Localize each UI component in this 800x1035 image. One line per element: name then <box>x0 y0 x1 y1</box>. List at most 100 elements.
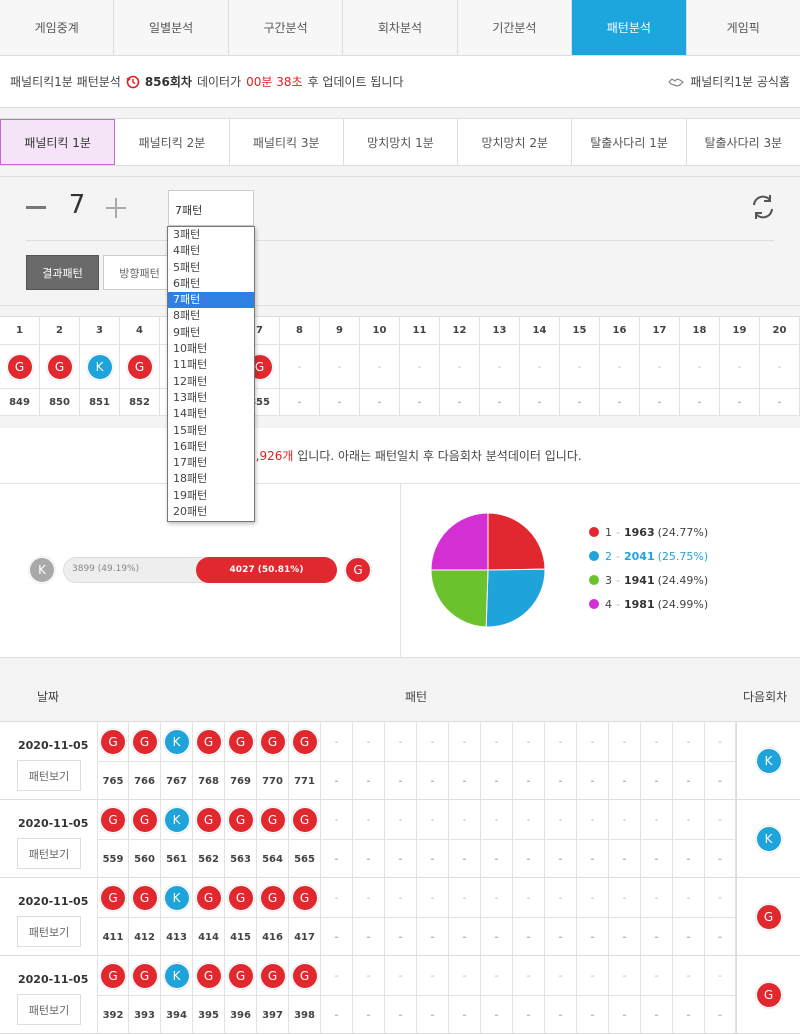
increase-button[interactable] <box>106 198 126 218</box>
result-ball: G <box>291 806 318 833</box>
empty-mark: - <box>366 1009 371 1021</box>
nav-tab[interactable]: 게임픽 <box>687 0 800 55</box>
empty-mark: - <box>430 813 435 826</box>
dropdown-option[interactable]: 16패턴 <box>168 439 254 455</box>
pie-legend-item: 4-1981 (24.99%) <box>589 596 779 612</box>
refresh-icon[interactable] <box>748 192 778 222</box>
nav-tab[interactable]: 기간분석 <box>458 0 573 55</box>
direction-pattern-button[interactable]: 방향패턴 <box>103 255 176 290</box>
g-ball-label: G <box>345 557 371 583</box>
legend-dash: - <box>616 525 620 539</box>
round-number: 393 <box>134 1009 155 1021</box>
round-number: 397 <box>262 1009 283 1021</box>
dropdown-option[interactable]: 13패턴 <box>168 390 254 406</box>
history-round-cell: 413 <box>161 918 193 956</box>
dropdown-option[interactable]: 11패턴 <box>168 357 254 373</box>
empty-mark: - <box>430 931 435 943</box>
view-pattern-button[interactable]: 패턴보기 <box>17 760 81 791</box>
pattern-count: 7 <box>68 190 86 220</box>
empty-mark: - <box>494 1009 499 1021</box>
history-ball-cell: - <box>545 800 577 840</box>
grid-ball-cell: G <box>120 345 160 389</box>
dropdown-option[interactable]: 17패턴 <box>168 455 254 471</box>
empty-mark: - <box>717 1009 723 1021</box>
dropdown-option[interactable]: 6패턴 <box>168 276 254 292</box>
decrease-button[interactable] <box>26 206 46 209</box>
empty-mark: - <box>590 775 595 787</box>
empty-mark: - <box>494 969 499 982</box>
empty-mark: - <box>417 396 422 408</box>
grid-ball-cell: - <box>600 345 640 389</box>
empty-mark: - <box>717 931 723 943</box>
sub-tab[interactable]: 탈출사다리 3분 <box>687 119 800 165</box>
view-pattern-button[interactable]: 패턴보기 <box>17 916 81 947</box>
dropdown-option[interactable]: 5패턴 <box>168 260 254 276</box>
empty-mark: - <box>366 969 371 982</box>
dropdown-option[interactable]: 15패턴 <box>168 423 254 439</box>
history-round-cell: - <box>321 840 353 878</box>
sub-tab[interactable]: 패널티킥 3분 <box>230 119 344 165</box>
dropdown-option[interactable]: 20패턴 <box>168 504 254 520</box>
legend-dot <box>589 527 599 537</box>
dropdown-option[interactable]: 8패턴 <box>168 308 254 324</box>
empty-mark: - <box>654 813 659 826</box>
nav-tab[interactable]: 일별분석 <box>114 0 229 55</box>
pie-legend-item: 1-1963 (24.77%) <box>589 524 779 540</box>
round-number: 417 <box>294 931 315 943</box>
sub-tab[interactable]: 패널티킥 1분 <box>0 119 116 165</box>
history-ball-cell: - <box>449 878 481 918</box>
sub-tab[interactable]: 망치망치 2분 <box>458 119 573 165</box>
nav-tab[interactable]: 회차분석 <box>343 0 458 55</box>
grid-header-cell: 1 <box>0 317 40 345</box>
official-home-label: 패널티킥1분 공식홈 <box>690 75 790 89</box>
result-ball: G <box>195 728 222 755</box>
history-ball-cell: - <box>705 800 736 840</box>
round-number: 765 <box>102 775 124 787</box>
history-round-cell: - <box>449 762 481 800</box>
update-timer: 00분 38초 <box>246 75 303 89</box>
history-ball-cell: - <box>353 878 385 918</box>
dropdown-option[interactable]: 3패턴 <box>168 227 254 243</box>
history-round-cell: - <box>641 762 673 800</box>
grid-round-cell: - <box>680 389 720 416</box>
grid-round-cell: - <box>640 389 680 416</box>
history-ball-cell: G <box>289 722 321 762</box>
legend-label: 2 <box>605 549 612 563</box>
result-pattern-button[interactable]: 결과패턴 <box>26 255 99 290</box>
view-pattern-button[interactable]: 패턴보기 <box>17 994 81 1025</box>
legend-percent: (24.49%) <box>657 573 709 587</box>
empty-mark: - <box>462 775 467 787</box>
sub-tab[interactable]: 패널티킥 2분 <box>115 119 230 165</box>
history-round-cell: - <box>417 918 449 956</box>
round-number: 416 <box>262 931 283 943</box>
history-ball-cell: K <box>161 956 193 996</box>
history-ball-cell: - <box>609 956 641 996</box>
empty-mark: - <box>366 853 371 865</box>
dropdown-option[interactable]: 18패턴 <box>168 471 254 487</box>
dropdown-option[interactable]: 4패턴 <box>168 243 254 259</box>
history-ball-cell: G <box>193 800 225 840</box>
sub-tab[interactable]: 망치망치 1분 <box>344 119 459 165</box>
dropdown-option[interactable]: 10패턴 <box>168 341 254 357</box>
history-ball-cell: G <box>257 800 289 840</box>
nav-tab[interactable]: 패턴분석 <box>572 0 687 55</box>
history-ball-cell: G <box>129 722 161 762</box>
history-ball-cell: G <box>97 800 129 840</box>
nav-tab[interactable]: 구간분석 <box>229 0 344 55</box>
dropdown-option[interactable]: 14패턴 <box>168 406 254 422</box>
sub-tab[interactable]: 탈출사다리 1분 <box>572 119 687 165</box>
legend-label: 1 <box>605 525 612 539</box>
nav-tab[interactable]: 게임중계 <box>0 0 115 55</box>
grid-header-cell: 4 <box>120 317 160 345</box>
official-home-link[interactable]: 패널티킥1분 공식홈 <box>668 73 790 90</box>
empty-mark: - <box>537 396 542 408</box>
dropdown-option[interactable]: 7패턴 <box>168 292 254 309</box>
empty-mark: - <box>462 735 467 748</box>
dropdown-option[interactable]: 19패턴 <box>168 488 254 504</box>
view-pattern-button[interactable]: 패턴보기 <box>17 838 81 869</box>
grid-ball-cell: - <box>480 345 520 389</box>
pattern-select[interactable]: 7패턴 <box>168 190 254 226</box>
empty-mark: - <box>686 775 691 787</box>
dropdown-option[interactable]: 9패턴 <box>168 325 254 341</box>
dropdown-option[interactable]: 12패턴 <box>168 374 254 390</box>
